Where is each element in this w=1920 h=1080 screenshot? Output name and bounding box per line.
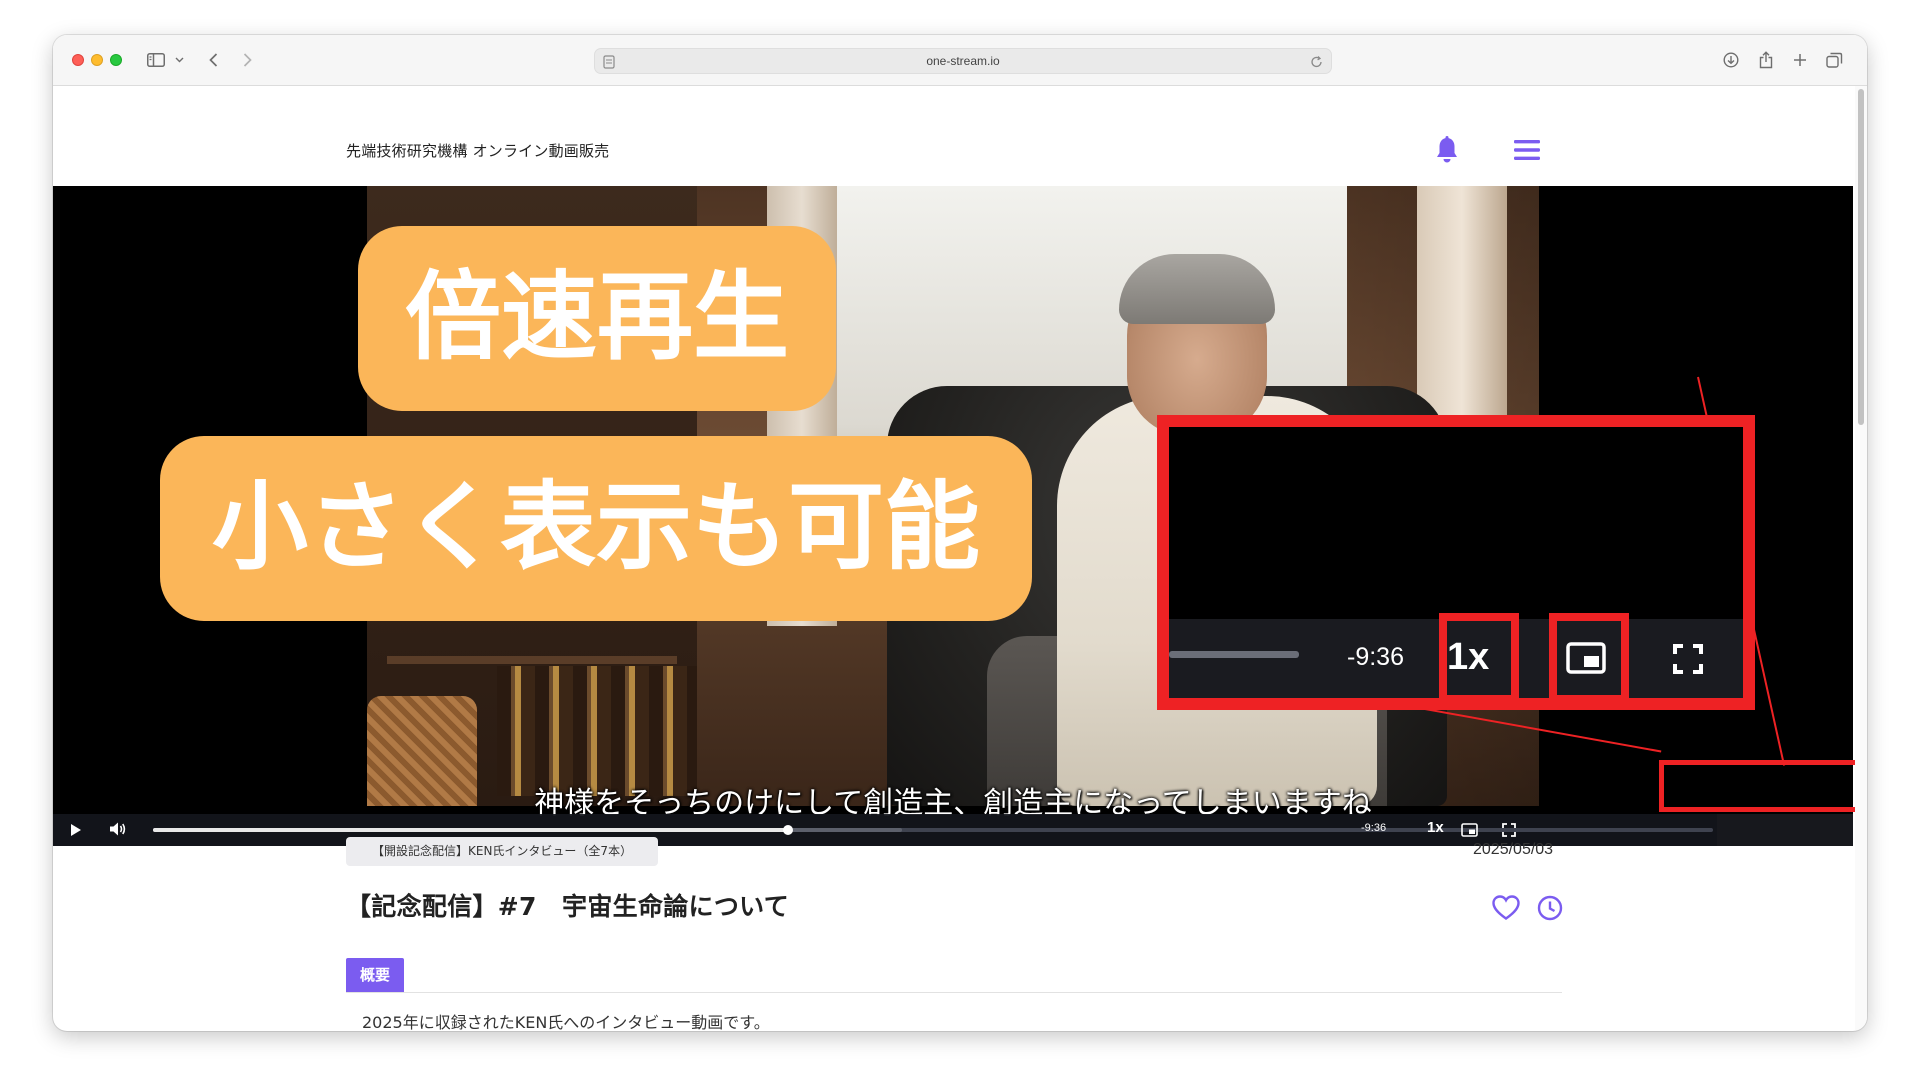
progress-played (153, 828, 788, 832)
play-icon[interactable] (70, 822, 82, 841)
forward-icon[interactable] (239, 48, 255, 72)
page-scrollbar-thumb[interactable] (1858, 89, 1864, 425)
close-window-button[interactable] (72, 54, 84, 66)
sidebar-icon[interactable] (145, 48, 167, 72)
minimize-window-button[interactable] (91, 54, 103, 66)
playback-rate-button[interactable]: 1x (1427, 819, 1444, 836)
zoom-rate-highlight (1439, 613, 1519, 703)
back-icon[interactable] (205, 48, 221, 72)
tabs-overview-icon[interactable] (1824, 48, 1844, 72)
callout-speed-playback: 倍速再生 (358, 226, 836, 411)
pip-icon[interactable] (1461, 822, 1478, 841)
video-controlbar (53, 814, 1853, 846)
series-badge[interactable]: 【開設記念配信】KEN氏インタビュー（全7本） (346, 837, 659, 866)
site-header: 先端技術研究機構 オンライン動画販売 (53, 86, 1867, 186)
zoom-window-button[interactable] (110, 54, 122, 66)
zoom-pip-highlight (1549, 613, 1629, 703)
bell-icon[interactable] (1435, 136, 1459, 168)
share-icon[interactable] (1756, 48, 1776, 72)
callout-small-display: 小さく表示も可能 (160, 436, 1032, 621)
zoom-fullscreen-icon (1673, 644, 1703, 678)
url-text: one-stream.io (926, 54, 1000, 68)
chevron-down-icon[interactable] (173, 48, 185, 72)
download-icon[interactable] (1721, 48, 1741, 72)
new-tab-icon[interactable] (1790, 48, 1810, 72)
time-remaining: -9:36 (1361, 822, 1387, 834)
video-description: 2025年に収録されたKEN氏へのインタビュー動画です。 (362, 1013, 770, 1031)
heart-icon[interactable] (1492, 895, 1520, 925)
browser-window: one-stream.io 先端技術研究機構 オンライン動画販売 神様をそっちの… (53, 35, 1867, 1031)
fullscreen-icon[interactable] (1502, 822, 1516, 841)
volume-icon[interactable] (109, 821, 127, 841)
video-title: 【記念配信】#7 宇宙生命論について (346, 892, 789, 921)
address-bar[interactable]: one-stream.io (594, 48, 1332, 74)
progress-bar[interactable] (153, 825, 1713, 835)
controls-highlight-box (1659, 760, 1862, 812)
tab-overview[interactable]: 概要 (346, 958, 405, 992)
progress-handle[interactable] (782, 825, 793, 835)
publish-date: 2025/05/03 (1473, 841, 1554, 858)
controlbar-right-group (1717, 814, 1853, 846)
zoom-progress-bar (1169, 651, 1299, 658)
menu-icon[interactable] (1514, 139, 1540, 165)
zoom-controlbar: -9:36 1x (1169, 613, 1743, 703)
site-title[interactable]: 先端技術研究機構 オンライン動画販売 (346, 140, 609, 161)
zoom-time-remaining: -9:36 (1347, 643, 1404, 671)
clock-icon[interactable] (1537, 895, 1563, 925)
tab-divider (346, 992, 1562, 993)
controls-zoom-inset: -9:36 1x (1157, 415, 1755, 710)
reload-icon[interactable] (1310, 54, 1323, 73)
browser-toolbar: one-stream.io (53, 35, 1867, 86)
